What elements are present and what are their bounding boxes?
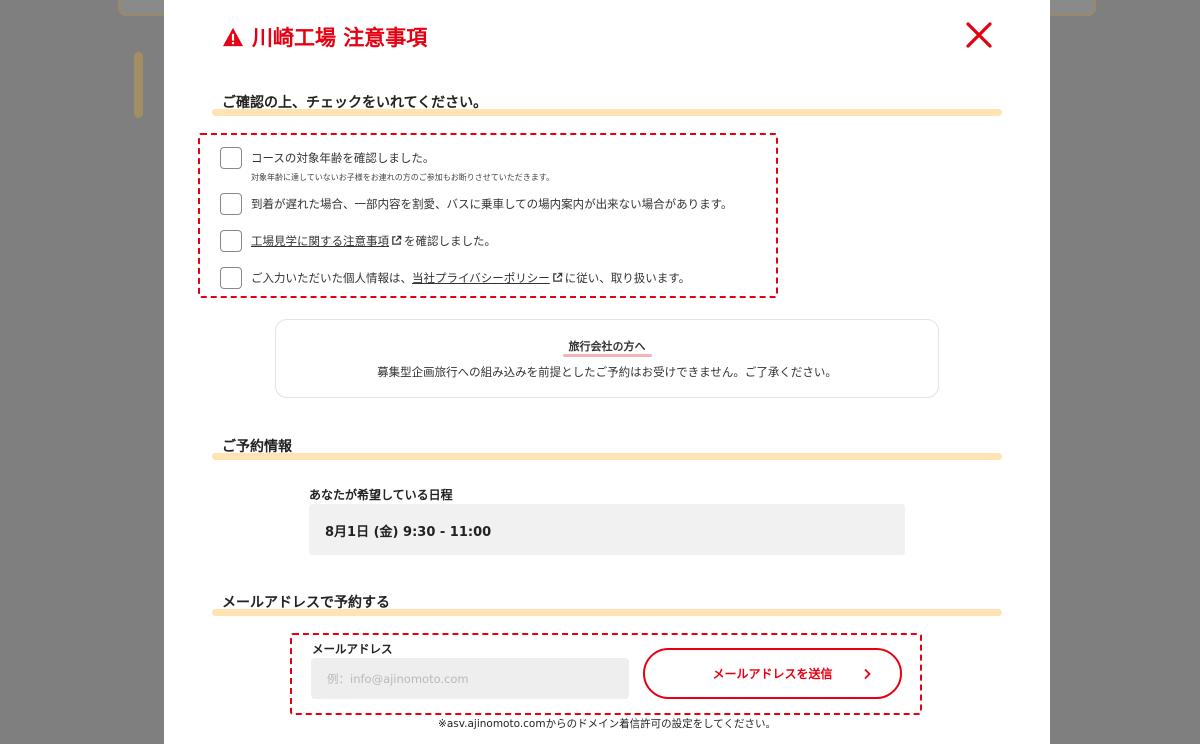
warning-icon [223,27,243,47]
domain-permission-note: ※asv.ajinomoto.comからのドメイン着信許可の設定をしてください。 [438,718,776,730]
notice-modal: 川崎工場 注意事項 ご確認の上、チェックをいれてください。 コースの対象年齢を確… [164,0,1050,744]
checklist-item-late-label: 到着が遅れた場合、一部内容を割愛、バスに乗車しての場内案内が出来ない場合がありま… [251,197,733,211]
checklist-item-age: コースの対象年齢を確認しました。 対象年齢に達していないお子様をお連れの方のご参… [220,147,554,183]
checklist-item-privacy-label: ご入力いただいた個人情報は、当社プライバシーポリシー に従い、取り扱います。 [251,267,690,286]
background-scrollbar [134,52,143,118]
section-reservation-heading: ご予約情報 [212,436,1002,460]
checklist-item-age-label: コースの対象年齢を確認しました。 [251,151,435,165]
date-label: あなたが希望している日程 [309,488,453,502]
checklist-item-age-note: 対象年齢に達していないお子様をお連れの方のご参加もお断りさせていただきます。 [251,173,554,182]
section-reservation-title: ご予約情報 [222,439,292,455]
email-input[interactable] [311,658,629,699]
date-value: 8月1日 (金) 9:30 - 11:00 [309,504,905,555]
external-link-icon [392,235,402,245]
external-link-icon [552,272,563,282]
modal-title-text: 川崎工場 注意事項 [252,26,428,50]
section-confirm-title: ご確認の上、チェックをいれてください。 [222,95,488,111]
agency-notice-heading: 旅行会社の方へ [562,338,652,357]
checklist-item-late: 到着が遅れた場合、一部内容を割愛、バスに乗車しての場内案内が出来ない場合がありま… [220,193,733,215]
heading-underline [212,453,1002,460]
checklist-item-notice-label: 工場見学に関する注意事項 を確認しました。 [251,230,496,249]
agency-notice-text: 募集型企画旅行への組み込みを前提としたご予約はお受けできません。ご了承ください。 [377,365,837,379]
checkbox-late[interactable] [220,193,242,215]
close-icon[interactable] [964,20,994,50]
section-confirm-heading: ご確認の上、チェックをいれてください。 [212,92,1002,116]
privacy-suffix: に従い、取り扱います。 [564,271,691,285]
agency-notice-box: 旅行会社の方へ 募集型企画旅行への組み込みを前提としたご予約はお受けできません。… [275,319,939,398]
email-label: メールアドレス [312,642,393,656]
privacy-prefix: ご入力いただいた個人情報は、 [251,271,412,285]
confirm-checklist: コースの対象年齢を確認しました。 対象年齢に達していないお子様をお連れの方のご参… [198,133,778,298]
section-email-heading: メールアドレスで予約する [212,592,1002,616]
notice-link[interactable]: 工場見学に関する注意事項 [251,234,389,248]
send-email-button-label: メールアドレスを送信 [712,667,833,681]
send-email-button[interactable]: メールアドレスを送信 [643,648,902,699]
section-email-title: メールアドレスで予約する [222,595,390,611]
notice-suffix: を確認しました。 [404,234,496,248]
chevron-right-icon [864,668,871,680]
modal-title: 川崎工場 注意事項 [222,22,427,52]
checkbox-notice[interactable] [220,230,242,252]
checkbox-age[interactable] [220,147,242,169]
checklist-item-notice: 工場見学に関する注意事項 を確認しました。 [220,230,496,252]
checkbox-privacy[interactable] [220,267,242,289]
checklist-item-privacy: ご入力いただいた個人情報は、当社プライバシーポリシー に従い、取り扱います。 [220,267,690,289]
privacy-policy-link[interactable]: 当社プライバシーポリシー [412,271,550,285]
